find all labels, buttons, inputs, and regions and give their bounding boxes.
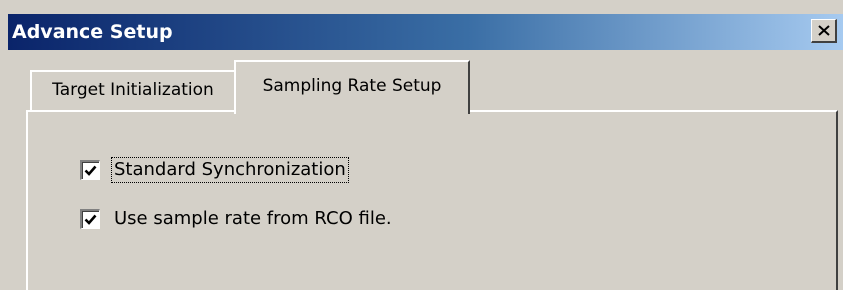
tab-label: Target Initialization: [52, 80, 214, 100]
advance-setup-dialog: Advance Setup Target Initialization Samp…: [0, 0, 843, 290]
use-sample-rate-label[interactable]: Use sample rate from RCO file.: [114, 207, 392, 231]
tab-label: Sampling Rate Setup: [262, 76, 442, 96]
checkmark-icon: [84, 214, 97, 225]
standard-synchronization-checkbox[interactable]: [80, 160, 100, 180]
close-icon: [818, 25, 830, 36]
window-title: Advance Setup: [12, 21, 173, 43]
checkmark-icon: [84, 165, 97, 176]
title-bar[interactable]: Advance Setup: [8, 14, 843, 50]
standard-synchronization-label[interactable]: Standard Synchronization: [111, 157, 349, 183]
close-button[interactable]: [811, 19, 837, 43]
tab-sampling-rate-setup[interactable]: Sampling Rate Setup: [234, 60, 470, 114]
tab-target-initialization[interactable]: Target Initialization: [30, 70, 236, 110]
use-sample-rate-checkbox[interactable]: [80, 209, 100, 229]
tab-panel: [26, 110, 838, 290]
